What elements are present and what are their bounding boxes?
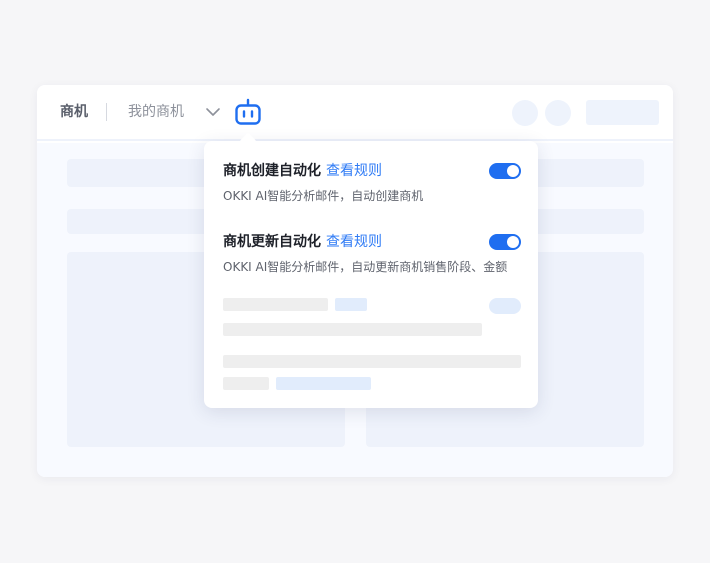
breadcrumb-root[interactable]: 商机 [60,102,88,122]
top-bar: 商机 我的商机 [37,85,673,141]
header-action-placeholder[interactable] [586,100,659,125]
stage: 商机 我的商机 商机创建自动化 查看规则 OKKI AI智能分析邮件，自动创建商… [0,0,710,563]
breadcrumb-current[interactable]: 我的商机 [128,102,184,122]
skeleton-description [223,323,482,336]
rule-update-description: OKKI AI智能分析邮件，自动更新商机销售阶段、金额 [223,260,508,274]
chevron-down-icon[interactable] [204,103,222,121]
skeleton-line [223,355,521,368]
avatar[interactable] [545,100,571,126]
skeleton-label [223,377,269,390]
rule-create-title-row: 商机创建自动化 查看规则 [223,161,382,181]
robot-icon[interactable] [234,97,262,127]
toggle-knob [507,165,519,177]
avatar[interactable] [512,100,538,126]
breadcrumb-divider [106,103,107,121]
skeleton-title [223,298,328,311]
rule-create-toggle[interactable] [489,163,521,179]
automation-popover: 商机创建自动化 查看规则 OKKI AI智能分析邮件，自动创建商机 商机更新自动化… [204,132,538,408]
rule-create-description: OKKI AI智能分析邮件，自动创建商机 [223,189,424,203]
rule-update-view-link[interactable]: 查看规则 [326,234,382,250]
skeleton-toggle [489,298,521,314]
rule-create-view-link[interactable]: 查看规则 [326,163,382,179]
rule-update-title-row: 商机更新自动化 查看规则 [223,232,382,252]
rule-update-toggle[interactable] [489,234,521,250]
skeleton-link [335,298,367,311]
skeleton-link [276,377,371,390]
toggle-knob [507,236,519,248]
rule-create-title: 商机创建自动化 [223,163,321,179]
rule-update-title: 商机更新自动化 [223,234,321,250]
